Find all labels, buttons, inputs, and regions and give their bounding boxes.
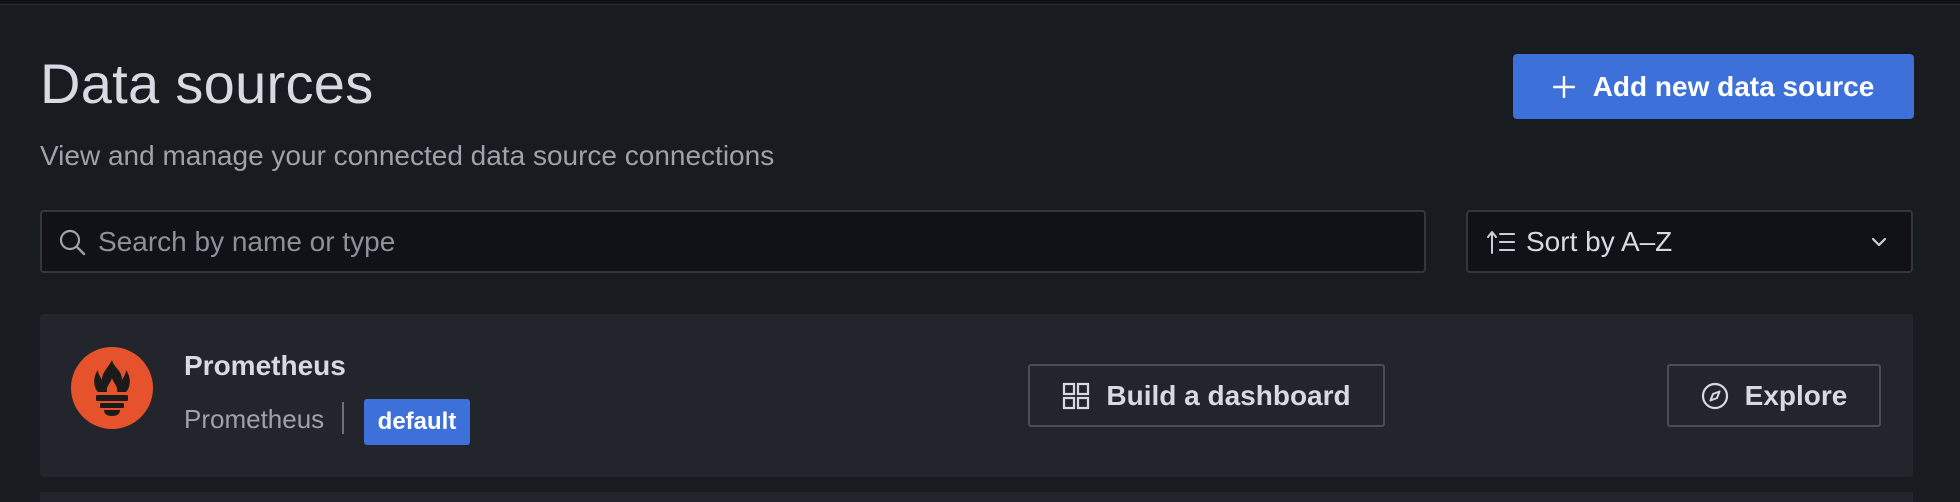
chevron-down-icon [1869, 232, 1889, 252]
next-data-source-card [40, 492, 1913, 502]
explore-label: Explore [1744, 379, 1848, 411]
add-new-data-source-button[interactable]: Add new data source [1513, 54, 1914, 119]
meta-divider [342, 402, 344, 434]
prometheus-logo-icon [71, 347, 153, 429]
apps-grid-icon [1062, 382, 1090, 410]
search-input[interactable] [98, 225, 1424, 258]
data-sources-page: Data sources View and manage your connec… [0, 0, 1960, 502]
top-divider [0, 0, 1960, 5]
explore-button[interactable]: Explore [1667, 364, 1881, 427]
search-field[interactable] [40, 210, 1426, 273]
data-source-type: Prometheus [184, 404, 325, 434]
sort-select[interactable]: Sort by A–Z [1466, 210, 1913, 273]
sort-ascending-icon [1486, 229, 1516, 255]
data-source-name[interactable]: Prometheus [184, 348, 346, 384]
search-icon [58, 228, 86, 256]
data-source-card[interactable]: Prometheus Prometheus default Build a da… [40, 314, 1913, 477]
build-dashboard-label: Build a dashboard [1106, 379, 1351, 411]
compass-icon [1701, 382, 1729, 410]
build-dashboard-button[interactable]: Build a dashboard [1028, 364, 1385, 427]
page-title: Data sources [40, 52, 374, 115]
plus-icon [1552, 75, 1575, 98]
sort-selected-value: Sort by A–Z [1526, 225, 1673, 257]
add-new-data-source-label: Add new data source [1592, 70, 1875, 102]
default-badge: default [364, 399, 470, 445]
page-subtitle: View and manage your connected data sour… [40, 140, 775, 171]
